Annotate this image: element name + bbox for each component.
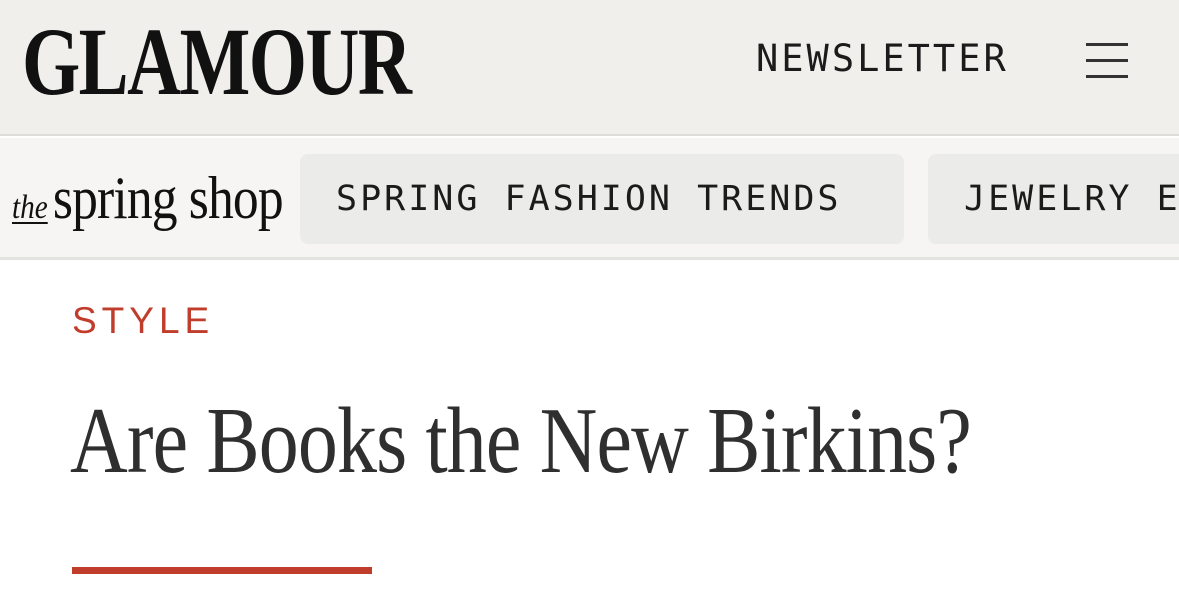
glamour-logo[interactable]: GLAMOUR (22, 14, 412, 110)
nav-pill-spring-fashion-trends[interactable]: SPRING FASHION TRENDS (300, 154, 904, 244)
accent-divider (72, 567, 372, 574)
spring-shop-logo-prefix: the (12, 189, 48, 226)
site-header: GLAMOUR NEWSLETTER (0, 0, 1179, 136)
hamburger-menu-icon (1086, 43, 1128, 46)
menu-button[interactable] (1078, 36, 1136, 86)
hamburger-menu-icon-line (1086, 59, 1128, 62)
spring-shop-nav: thespring shop SPRING FASHION TRENDS JEW… (0, 138, 1179, 260)
category-label[interactable]: STYLE (72, 300, 214, 342)
spring-shop-logo[interactable]: thespring shop (12, 164, 284, 233)
hamburger-menu-icon-line (1086, 75, 1128, 78)
nav-pill-jewelry[interactable]: JEWELRY E (928, 154, 1179, 244)
article-title: Are Books the New Birkins? (70, 389, 972, 493)
spring-shop-logo-main: spring shop (52, 165, 284, 231)
newsletter-link[interactable]: NEWSLETTER (756, 38, 1009, 80)
